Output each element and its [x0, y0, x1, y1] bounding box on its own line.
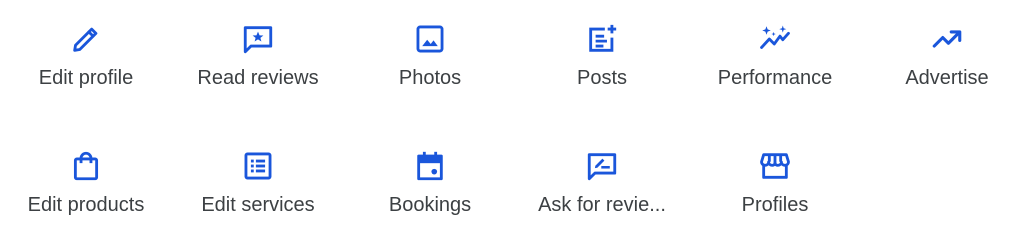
profiles-label: Profiles [741, 194, 809, 216]
advertise-label: Advertise [905, 67, 989, 89]
pencil-icon [68, 21, 104, 57]
photo-icon [412, 21, 448, 57]
photos-label: Photos [398, 67, 462, 89]
edit-services-button[interactable]: Edit services [172, 127, 344, 217]
read-reviews-button[interactable]: Read reviews [172, 0, 344, 90]
trending-up-icon [929, 21, 965, 57]
read-reviews-label: Read reviews [197, 67, 319, 89]
storefront-icon [757, 148, 793, 184]
list-icon [240, 148, 276, 184]
bookings-label: Bookings [388, 194, 472, 216]
add-post-icon [584, 21, 620, 57]
edit-products-label: Edit products [27, 194, 145, 216]
posts-label: Posts [576, 67, 628, 89]
edit-profile-label: Edit profile [38, 67, 134, 89]
rate-review-icon [584, 148, 620, 184]
posts-button[interactable]: Posts [516, 0, 688, 90]
photos-button[interactable]: Photos [344, 0, 516, 90]
performance-label: Performance [717, 67, 833, 89]
edit-services-label: Edit services [201, 194, 315, 216]
business-actions-grid: Edit profile Read reviews Photos Posts P… [0, 0, 1024, 246]
calendar-icon [412, 148, 448, 184]
performance-button[interactable]: Performance [689, 0, 861, 90]
profiles-button[interactable]: Profiles [689, 127, 861, 217]
review-star-icon [240, 21, 276, 57]
shopping-bag-icon [68, 148, 104, 184]
performance-sparkle-icon [757, 21, 793, 57]
edit-profile-button[interactable]: Edit profile [0, 0, 172, 90]
bookings-button[interactable]: Bookings [344, 127, 516, 217]
edit-products-button[interactable]: Edit products [0, 127, 172, 217]
ask-for-reviews-label: Ask for revie... [538, 194, 666, 216]
ask-for-reviews-button[interactable]: Ask for revie... [516, 127, 688, 217]
advertise-button[interactable]: Advertise [861, 0, 1024, 90]
